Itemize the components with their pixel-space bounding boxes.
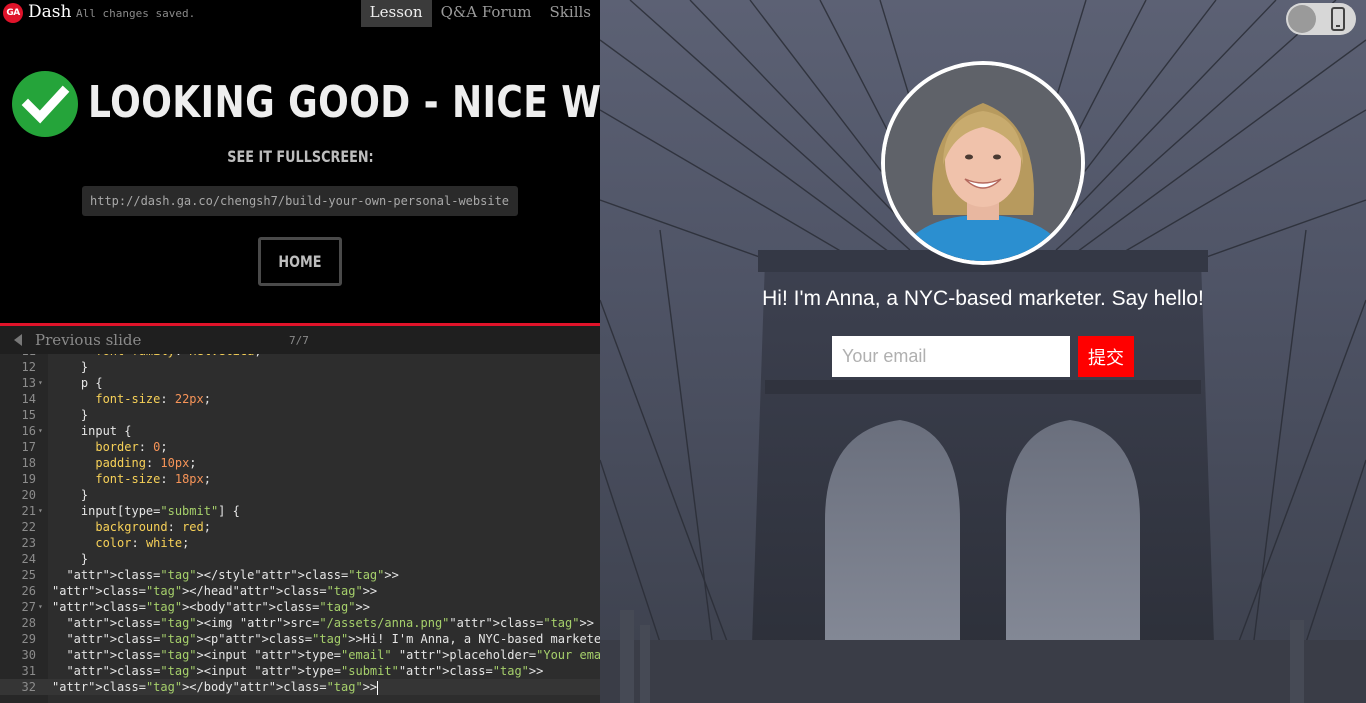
code-text: "attr">class="tag"></body"attr">class="t… <box>52 680 379 695</box>
code-line[interactable]: 13 ▾ p { <box>0 375 600 391</box>
code-text: } <box>52 488 89 502</box>
line-number: 27 <box>21 600 36 614</box>
device-toggle[interactable] <box>1286 3 1356 35</box>
code-line[interactable]: 21 ▾ input[type="submit"] { <box>0 503 600 519</box>
code-line[interactable]: 19 font-size: 18px; <box>0 471 600 487</box>
previous-slide-button[interactable]: Previous slide <box>35 331 141 349</box>
phone-icon[interactable] <box>1331 7 1345 31</box>
save-status: All changes saved. <box>76 7 196 20</box>
slide-nav-bar: Previous slide 7/7 <box>0 326 600 354</box>
code-text: border: 0; <box>95 440 168 454</box>
line-number: 20 <box>21 488 36 502</box>
code-line[interactable]: 17 border: 0; <box>0 439 600 455</box>
line-number: 14 <box>21 392 36 406</box>
code-line[interactable]: 12 } <box>0 359 600 375</box>
line-number: 17 <box>21 440 36 454</box>
tab-lesson[interactable]: Lesson <box>360 0 432 27</box>
fold-arrow-icon[interactable]: ▾ <box>38 423 43 439</box>
submit-button[interactable]: 提交 <box>1078 336 1134 377</box>
ga-logo[interactable]: GA <box>3 3 23 23</box>
line-number: 30 <box>21 648 36 662</box>
code-line[interactable]: 18 padding: 10px; <box>0 455 600 471</box>
line-number: 12 <box>21 360 36 374</box>
home-button[interactable]: HOME <box>258 237 342 286</box>
line-number: 24 <box>21 552 36 566</box>
code-text: "attr">class="tag"><input "attr">type="s… <box>66 664 544 678</box>
code-text: "attr">class="tag"><p"attr">class="tag">… <box>66 632 600 646</box>
line-number: 18 <box>21 456 36 470</box>
fullscreen-url[interactable]: http://dash.ga.co/chengsh7/build-your-ow… <box>82 186 518 216</box>
checkmark-icon <box>12 71 78 137</box>
line-number: 23 <box>21 536 36 550</box>
line-number: 25 <box>21 568 36 582</box>
code-text: input[type="submit"] { <box>52 504 240 518</box>
code-text: padding: 10px; <box>95 456 197 470</box>
code-line[interactable]: 20 } <box>0 487 600 503</box>
line-number: 16 <box>21 424 36 438</box>
intro-text: Hi! I'm Anna, a NYC-based marketer. Say … <box>762 287 1204 310</box>
code-line[interactable]: 16 ▾ input { <box>0 423 600 439</box>
arrow-left-icon[interactable] <box>14 334 22 346</box>
slide-counter: 7/7 <box>289 334 309 347</box>
code-line[interactable]: 32 "attr">class="tag"></body"attr">class=… <box>0 679 600 695</box>
code-editor[interactable]: 11 font-family: Helvetica;12 }13▾ p {14 … <box>0 354 600 703</box>
text-cursor <box>377 680 379 695</box>
code-text: "attr">class="tag"><img "attr">src="/ass… <box>66 616 594 630</box>
success-panel: LOOKING GOOD - NICE WORK! SEE IT FULLSCR… <box>0 27 706 324</box>
code-text: "attr">class="tag"></head"attr">class="t… <box>52 584 378 598</box>
code-text: color: white; <box>95 536 190 550</box>
code-line[interactable]: 29 "attr">class="tag"><p"attr">class="ta… <box>0 631 600 647</box>
code-text: } <box>52 552 89 566</box>
line-number: 26 <box>21 584 36 598</box>
code-text: "attr">class="tag"><body"attr">class="ta… <box>52 600 370 614</box>
line-number: 15 <box>21 408 36 422</box>
top-bar: GA Dash All changes saved. Lesson Q&A Fo… <box>0 0 600 27</box>
tab-qa-forum[interactable]: Q&A Forum <box>432 0 541 27</box>
code-line[interactable]: 15 } <box>0 407 600 423</box>
lesson-pane: GA Dash All changes saved. Lesson Q&A Fo… <box>0 0 706 703</box>
line-number: 28 <box>21 616 36 630</box>
code-text: font-size: 18px; <box>95 472 211 486</box>
email-field[interactable] <box>832 336 1070 377</box>
code-text: background: red; <box>95 520 211 534</box>
code-text: } <box>52 360 89 374</box>
code-line[interactable]: 28 "attr">class="tag"><img "attr">src="/… <box>0 615 600 631</box>
fullscreen-label: SEE IT FULLSCREEN: <box>226 147 374 166</box>
preview-pane: Hi! I'm Anna, a NYC-based marketer. Say … <box>600 0 1366 703</box>
line-number: 22 <box>21 520 36 534</box>
code-line[interactable]: 24 } <box>0 551 600 567</box>
avatar <box>881 61 1085 265</box>
fold-arrow-icon[interactable]: ▾ <box>38 503 43 519</box>
code-line[interactable]: 27 ▾ "attr">class="tag"><body"attr">class=… <box>0 599 600 615</box>
line-number: 29 <box>21 632 36 646</box>
tab-skills[interactable]: Skills <box>541 0 600 27</box>
code-lines[interactable]: 11 font-family: Helvetica;12 }13▾ p {14 … <box>0 354 600 695</box>
code-text: p { <box>52 376 103 390</box>
code-text: "attr">class="tag"></style"attr">class="… <box>66 568 399 582</box>
line-number: 13 <box>21 376 36 390</box>
line-number: 21 <box>21 504 36 518</box>
code-line[interactable]: 26 "attr">class="tag"></head"attr">class=… <box>0 583 600 599</box>
code-line[interactable]: 14 font-size: 22px; <box>0 391 600 407</box>
code-text: font-size: 22px; <box>95 392 211 406</box>
code-line[interactable]: 22 background: red; <box>0 519 600 535</box>
code-text: } <box>52 408 89 422</box>
code-line[interactable]: 31 "attr">class="tag"><input "attr">type… <box>0 663 600 679</box>
line-number: 19 <box>21 472 36 486</box>
code-line[interactable]: 30 "attr">class="tag"><input "attr">type… <box>0 647 600 663</box>
code-text: "attr">class="tag"><input "attr">type="e… <box>66 648 600 662</box>
code-line[interactable]: 25 "attr">class="tag"></style"attr">clas… <box>0 567 600 583</box>
fold-arrow-icon[interactable]: ▾ <box>38 375 43 391</box>
line-number: 31 <box>21 664 36 678</box>
line-number: 32 <box>21 680 36 694</box>
toggle-knob[interactable] <box>1288 5 1316 33</box>
fold-arrow-icon[interactable]: ▾ <box>38 599 43 615</box>
code-text: input { <box>52 424 132 438</box>
nav-tabs: Lesson Q&A Forum Skills <box>360 0 600 27</box>
code-line[interactable]: 23 color: white; <box>0 535 600 551</box>
app-name: Dash <box>28 2 72 22</box>
